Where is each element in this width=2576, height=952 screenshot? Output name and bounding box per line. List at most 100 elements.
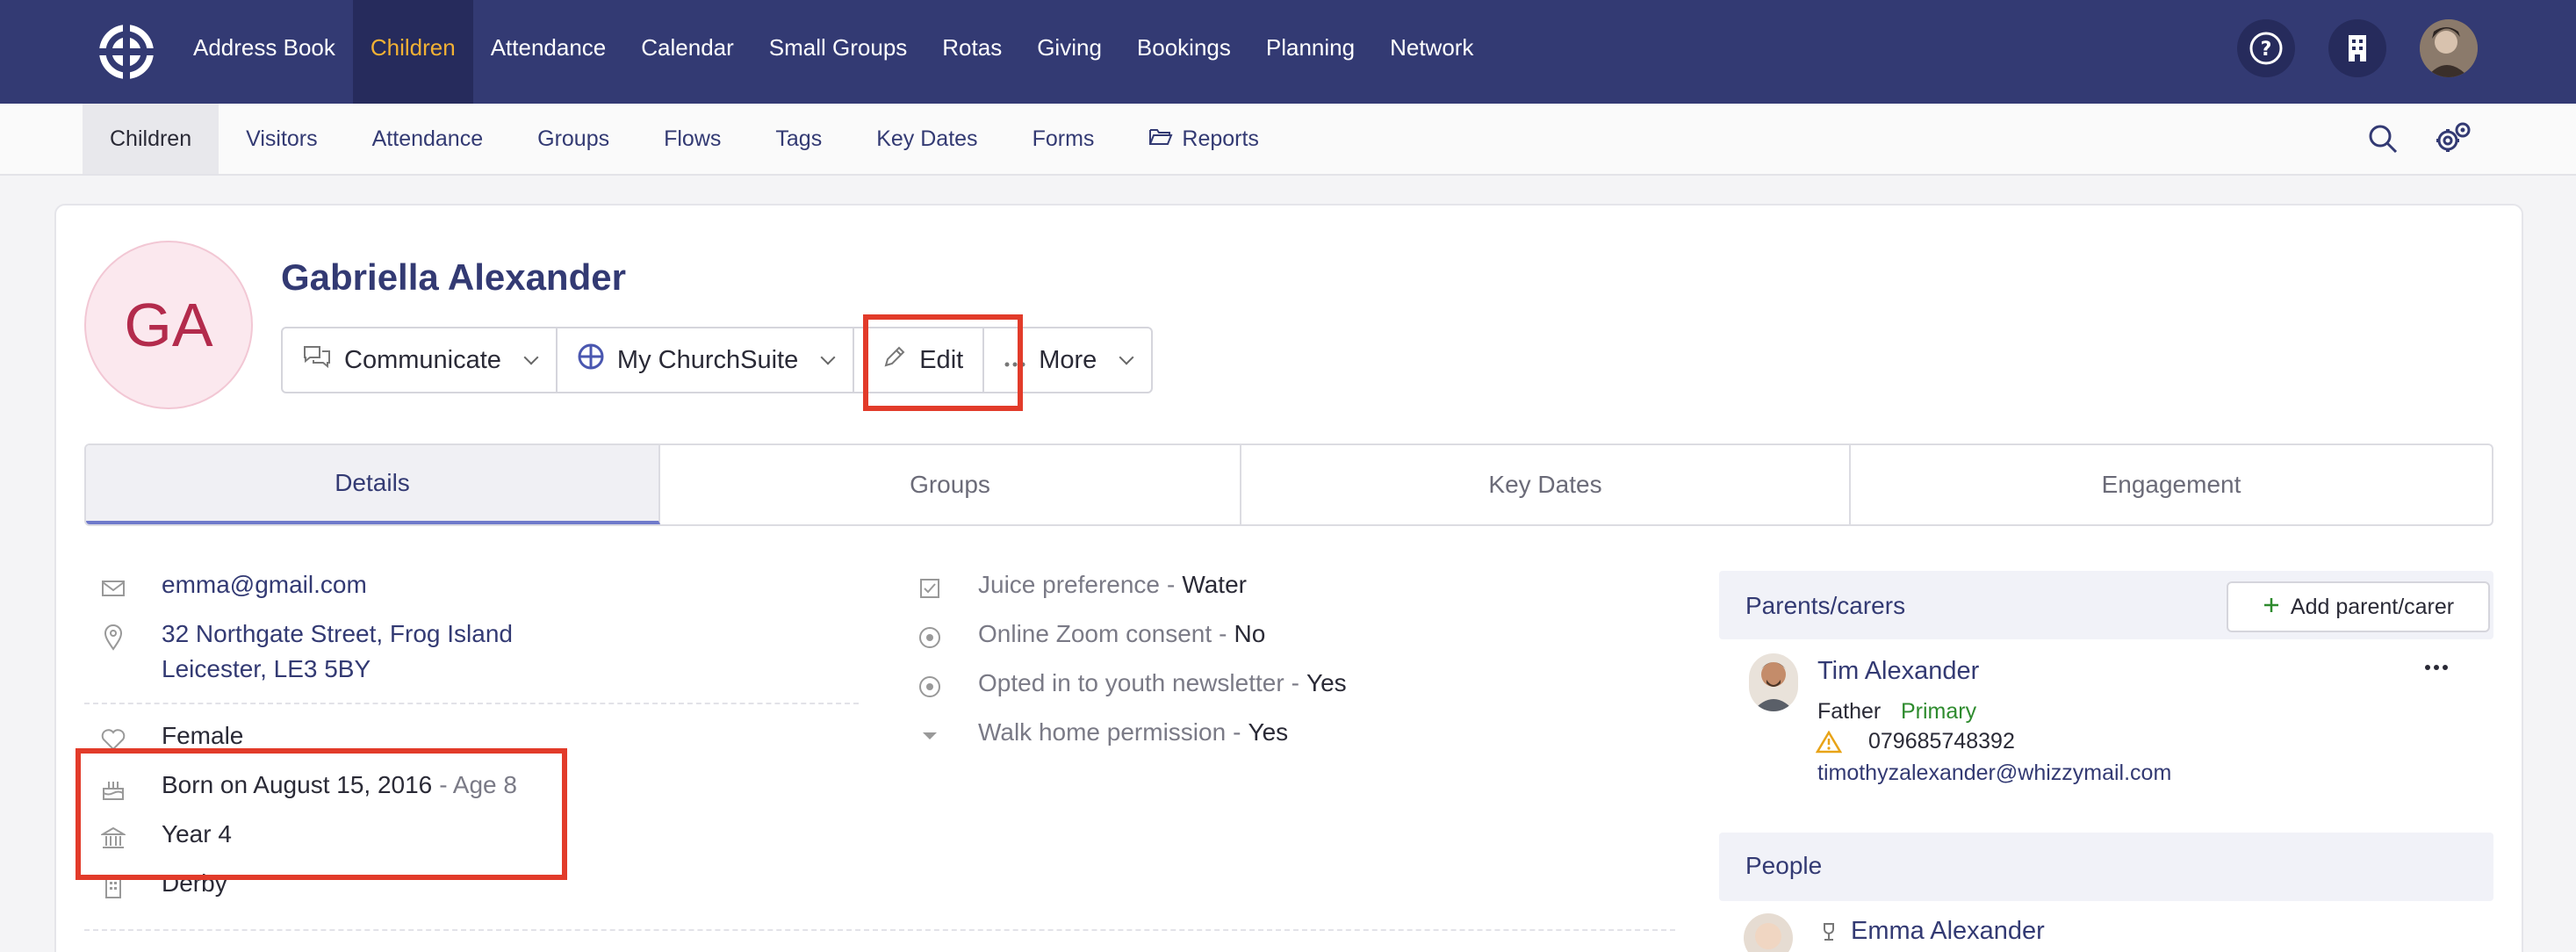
custom-field-label: Juice preference [978, 571, 1161, 598]
divider [84, 929, 1675, 931]
people-panel-header: People [1719, 833, 2493, 901]
custom-field-row: Walk home permission - Yes [923, 718, 1289, 746]
address-line2-row: Leicester, LE3 5BY [162, 655, 371, 683]
separator-dash: - [1291, 669, 1299, 696]
gender-row: Female [101, 722, 244, 751]
subnav-visitors[interactable]: Visitors [219, 104, 345, 174]
parent-relation: Father [1817, 699, 1882, 724]
address-line2-link[interactable]: Leicester, LE3 5BY [162, 655, 371, 683]
address-line1-link[interactable]: 32 Northgate Street, Frog Island [162, 620, 513, 648]
radio-icon [917, 620, 943, 655]
tab-groups[interactable]: Groups [660, 445, 1241, 524]
settings-gears-icon[interactable] [2434, 119, 2472, 158]
folder-open-icon [1148, 104, 1173, 174]
gender-value: Female [162, 722, 244, 749]
parent-phone: 079685748392 [1868, 729, 2015, 754]
subnav-forms[interactable]: Forms [1005, 104, 1122, 174]
topnav-giving[interactable]: Giving [1019, 0, 1119, 104]
edit-button[interactable]: Edit [863, 328, 985, 392]
custom-field-row: Juice preference - Water [920, 571, 1247, 599]
custom-field-value: Yes [1248, 718, 1289, 746]
topnav-calendar[interactable]: Calendar [623, 0, 752, 104]
email-row: emma@gmail.com [102, 571, 367, 599]
topnav-children[interactable]: Children [352, 0, 473, 104]
school-building-icon [100, 820, 126, 855]
birthday-row: Born on August 15, 2016 - Age 8 [103, 771, 517, 800]
custom-field-label: Walk home permission [978, 718, 1227, 746]
parent-name-link[interactable]: Tim Alexander [1817, 657, 1979, 686]
top-navigation: Address Book Children Attendance Calenda… [0, 0, 2576, 104]
people-title: People [1745, 852, 1823, 879]
sub-navigation: Children Visitors Attendance Groups Flow… [0, 104, 2576, 176]
topnav-attendance[interactable]: Attendance [473, 0, 624, 104]
topnav-address-book[interactable]: Address Book [176, 0, 353, 104]
edit-label: Edit [919, 345, 964, 374]
building-icon[interactable] [2328, 19, 2386, 77]
subnav-attendance[interactable]: Attendance [345, 104, 511, 174]
parent-email-link[interactable]: timothyzalexander@whizzymail.com [1817, 761, 2171, 786]
linked-person-icon [1819, 920, 1838, 948]
subnav-flows[interactable]: Flows [637, 104, 748, 174]
site-building-icon [100, 869, 126, 905]
communicate-label: Communicate [344, 345, 501, 374]
my-churchsuite-button[interactable]: My ChurchSuite [558, 328, 855, 392]
chevron-down-icon [820, 350, 836, 365]
subnav-reports-label: Reports [1182, 126, 1259, 151]
chat-bubbles-icon [302, 343, 332, 377]
parent-photo[interactable] [1749, 653, 1798, 711]
dropdown-caret-icon [917, 718, 943, 754]
help-icon[interactable]: ? [2237, 19, 2295, 77]
subnav-children[interactable]: Children [83, 104, 219, 174]
custom-field-label: Opted in to youth newsletter [978, 669, 1284, 696]
school-year-value: Year 4 [162, 820, 232, 847]
person-name-link[interactable]: Emma Alexander [1851, 917, 2045, 946]
topnav-planning[interactable]: Planning [1248, 0, 1372, 104]
more-button[interactable]: More [984, 328, 1151, 392]
parents-title: Parents/carers [1745, 592, 1906, 619]
birthday-cake-icon [100, 771, 126, 806]
my-churchsuite-label: My ChurchSuite [616, 345, 799, 374]
site-row: Derby [105, 869, 227, 898]
svg-text:?: ? [2261, 39, 2272, 61]
birth-date-value: Born on August 15, 2016 [162, 771, 433, 798]
search-icon[interactable] [2364, 119, 2402, 158]
add-parent-button[interactable]: Add parent/carer [2227, 581, 2490, 632]
subnav-tags[interactable]: Tags [748, 104, 849, 174]
divider [84, 703, 859, 704]
add-parent-label: Add parent/carer [2290, 594, 2455, 619]
heart-icon [100, 722, 126, 757]
ellipsis-icon [1004, 346, 1026, 375]
chevron-down-icon [523, 350, 539, 365]
topnav-small-groups[interactable]: Small Groups [752, 0, 925, 104]
email-link[interactable]: emma@gmail.com [162, 571, 367, 599]
subnav-key-dates[interactable]: Key Dates [849, 104, 1004, 174]
parent-options-icon[interactable] [2423, 660, 2450, 676]
church-logo-icon[interactable] [97, 22, 156, 82]
warning-icon [1815, 730, 1843, 758]
profile-name: Gabriella Alexander [281, 256, 626, 298]
chevron-down-icon [1119, 350, 1134, 365]
custom-field-value: Water [1182, 571, 1247, 598]
profile-avatar: GA [84, 241, 253, 409]
checkbox-icon [917, 571, 943, 606]
topnav-rotas[interactable]: Rotas [925, 0, 1019, 104]
plus-icon [2263, 595, 2280, 620]
topnav-bookings[interactable]: Bookings [1119, 0, 1248, 104]
site-value: Derby [162, 869, 227, 897]
subnav-groups[interactable]: Groups [510, 104, 637, 174]
communicate-button[interactable]: Communicate [283, 328, 558, 392]
address-row: 32 Northgate Street, Frog Island [104, 620, 513, 651]
user-avatar[interactable] [2420, 19, 2478, 77]
subnav-reports[interactable]: Reports [1121, 104, 1286, 174]
tab-details[interactable]: Details [86, 445, 660, 524]
profile-actions: Communicate My ChurchSuite Edit More [281, 327, 1154, 393]
churchsuite-logo-icon [577, 343, 605, 378]
school-year-row: Year 4 [101, 820, 232, 848]
tab-engagement[interactable]: Engagement [1851, 445, 2492, 524]
custom-field-row: Online Zoom consent - No [919, 620, 1265, 648]
topnav-network[interactable]: Network [1372, 0, 1491, 104]
tab-key-dates[interactable]: Key Dates [1241, 445, 1851, 524]
primary-badge: Primary [1901, 699, 1977, 724]
map-pin-icon [100, 620, 126, 655]
custom-field-label: Online Zoom consent [978, 620, 1212, 647]
